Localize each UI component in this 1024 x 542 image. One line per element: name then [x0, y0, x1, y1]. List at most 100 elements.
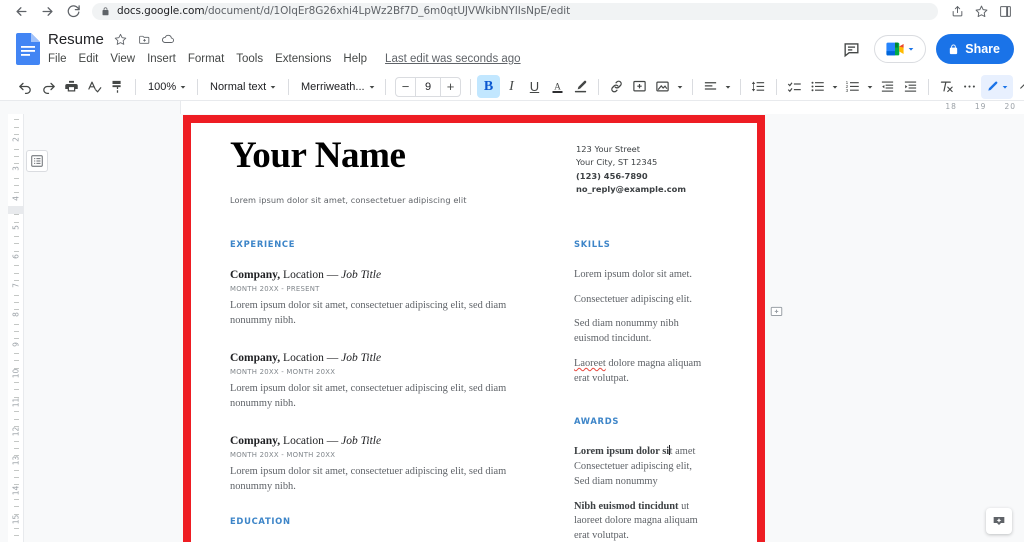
page-title[interactable]: Resume — [48, 31, 104, 48]
spellcheck-icon[interactable] — [83, 75, 106, 98]
font-family-dropdown[interactable]: Merriweath... — [295, 76, 379, 98]
text-color-button[interactable]: A — [546, 75, 569, 98]
menu-view[interactable]: View — [104, 52, 141, 66]
checklist-icon[interactable] — [783, 75, 806, 98]
resume-content[interactable]: Your Name Lorem ipsum dolor sit amet, co… — [184, 119, 764, 542]
print-icon[interactable] — [60, 75, 83, 98]
menu-tools[interactable]: Tools — [230, 52, 269, 66]
back-icon[interactable] — [8, 1, 34, 21]
vertical-ruler[interactable]: 123456789101112131415 — [8, 114, 24, 542]
share-button[interactable]: Share — [936, 34, 1014, 64]
toolbar-divider — [692, 79, 693, 95]
paragraph-style-dropdown[interactable]: Normal text — [204, 76, 282, 98]
font-size-decrease-button[interactable]: − — [396, 78, 415, 96]
menu-format[interactable]: Format — [182, 52, 230, 66]
italic-button[interactable]: I — [500, 75, 523, 98]
toolbar-divider — [776, 79, 777, 95]
add-comment-icon[interactable] — [628, 75, 651, 98]
browser-actions — [946, 1, 1016, 21]
menu-insert[interactable]: Insert — [141, 52, 182, 66]
underline-button[interactable]: U — [523, 75, 546, 98]
url-domain: docs.google.com — [117, 5, 205, 17]
resume-contact-block[interactable]: 123 Your Street Your City, ST 12345 (123… — [576, 137, 736, 197]
insert-image-icon[interactable] — [651, 75, 674, 98]
ruler-tick-20: 20 — [1004, 102, 1016, 111]
explore-sparkle-icon[interactable] — [986, 508, 1012, 534]
bulleted-list-dropdown[interactable] — [829, 76, 841, 98]
chevron-down-icon — [676, 83, 684, 91]
vruler-tick — [14, 156, 19, 157]
comment-history-icon[interactable] — [838, 36, 864, 62]
undo-icon[interactable] — [14, 75, 37, 98]
side-panel-icon[interactable] — [994, 1, 1016, 21]
award-item[interactable]: Lorem ipsum dolor sit amet Consectetuer … — [574, 445, 710, 489]
vruler-tick — [14, 265, 19, 266]
skill-item[interactable]: Sed diam nonummy nibh euismod tincidunt. — [574, 317, 710, 347]
editing-mode-button[interactable] — [981, 75, 1013, 99]
star-outline-icon[interactable] — [113, 32, 128, 47]
chevron-down-icon — [179, 83, 187, 91]
hide-menus-icon[interactable] — [1013, 75, 1024, 98]
insert-image-dropdown[interactable] — [674, 76, 686, 98]
line-spacing-icon[interactable] — [747, 75, 770, 98]
vruler-tick — [14, 273, 19, 274]
horizontal-ruler-track[interactable]: 18 19 20 — [180, 101, 1024, 114]
cloud-saved-icon[interactable] — [161, 32, 176, 47]
increase-indent-icon[interactable] — [899, 75, 922, 98]
more-options-icon[interactable] — [958, 75, 981, 98]
misspelled-word[interactable]: Laoreet — [574, 358, 606, 369]
experience-entry[interactable]: Company, Location — Job Title MONTH 20XX… — [230, 351, 546, 412]
document-page[interactable]: Your Name Lorem ipsum dolor sit amet, co… — [184, 119, 764, 542]
vruler-number: 4 — [12, 192, 21, 204]
vruler-number: 12 — [12, 426, 21, 438]
menu-help[interactable]: Help — [337, 52, 373, 66]
bold-button[interactable]: B — [477, 75, 500, 98]
star-icon[interactable] — [970, 1, 992, 21]
align-dropdown[interactable] — [722, 76, 734, 98]
toolbar-divider — [197, 79, 198, 95]
skill-item[interactable]: Consectetuer adipiscing elit. — [574, 293, 710, 308]
move-to-folder-icon[interactable] — [137, 32, 152, 47]
numbered-list-dropdown[interactable] — [864, 76, 876, 98]
job-description: Lorem ipsum dolor sit amet, consectetuer… — [230, 382, 546, 412]
skill-item[interactable]: Laoreet dolore magna aliquam erat volutp… — [574, 357, 710, 387]
skill-item[interactable]: Lorem ipsum dolor sit amet. — [574, 268, 710, 283]
resume-tagline[interactable]: Lorem ipsum dolor sit amet, consectetuer… — [230, 195, 576, 205]
redo-icon[interactable] — [37, 75, 60, 98]
menu-extensions[interactable]: Extensions — [269, 52, 337, 66]
numbered-list-icon[interactable]: 123 — [841, 75, 864, 98]
paint-format-icon[interactable] — [106, 75, 129, 98]
share-icon[interactable] — [946, 1, 968, 21]
highlight-pen-icon[interactable] — [569, 75, 592, 98]
award-item[interactable]: Nibh euismod tincidunt ut laoreet dolore… — [574, 500, 710, 542]
bulleted-list-icon[interactable] — [806, 75, 829, 98]
menu-edit[interactable]: Edit — [73, 52, 105, 66]
forward-icon[interactable] — [34, 1, 60, 21]
vruler-margin-handle[interactable] — [8, 206, 24, 214]
url-path: /document/d/1OIqEr8G26xhi4LpWz2Bf7D_6m0q… — [205, 5, 571, 17]
vruler-tick — [14, 149, 19, 150]
ruler-tick-19: 19 — [975, 102, 987, 111]
toolbar-divider — [385, 79, 386, 95]
horizontal-ruler[interactable]: 18 19 20 — [0, 100, 1024, 114]
decrease-indent-icon[interactable] — [876, 75, 899, 98]
zoom-dropdown[interactable]: 100% — [142, 76, 191, 98]
clear-formatting-icon[interactable] — [935, 75, 958, 98]
add-comment-margin-icon[interactable] — [765, 302, 787, 322]
resume-name[interactable]: Your Name — [230, 137, 576, 175]
experience-entry[interactable]: Company, Location — Job Title MONTH 20XX… — [230, 434, 546, 495]
insert-link-icon[interactable] — [605, 75, 628, 98]
document-outline-icon[interactable] — [26, 150, 48, 172]
address-bar[interactable]: docs.google.com/document/d/1OIqEr8G26xhi… — [92, 3, 938, 20]
experience-entry[interactable]: Company, Location — Job Title MONTH 20XX… — [230, 268, 546, 329]
resume-header-left: Your Name Lorem ipsum dolor sit amet, co… — [230, 137, 576, 205]
menu-file[interactable]: File — [48, 52, 73, 66]
font-size-stepper[interactable]: − 9 + — [395, 77, 461, 97]
align-left-icon[interactable] — [699, 75, 722, 98]
google-meet-button[interactable] — [874, 35, 926, 63]
vruler-tick — [14, 499, 19, 500]
reload-icon[interactable] — [60, 1, 86, 21]
font-size-increase-button[interactable]: + — [441, 78, 460, 96]
last-edit-status[interactable]: Last edit was seconds ago — [385, 53, 521, 65]
font-size-input[interactable]: 9 — [415, 78, 441, 96]
